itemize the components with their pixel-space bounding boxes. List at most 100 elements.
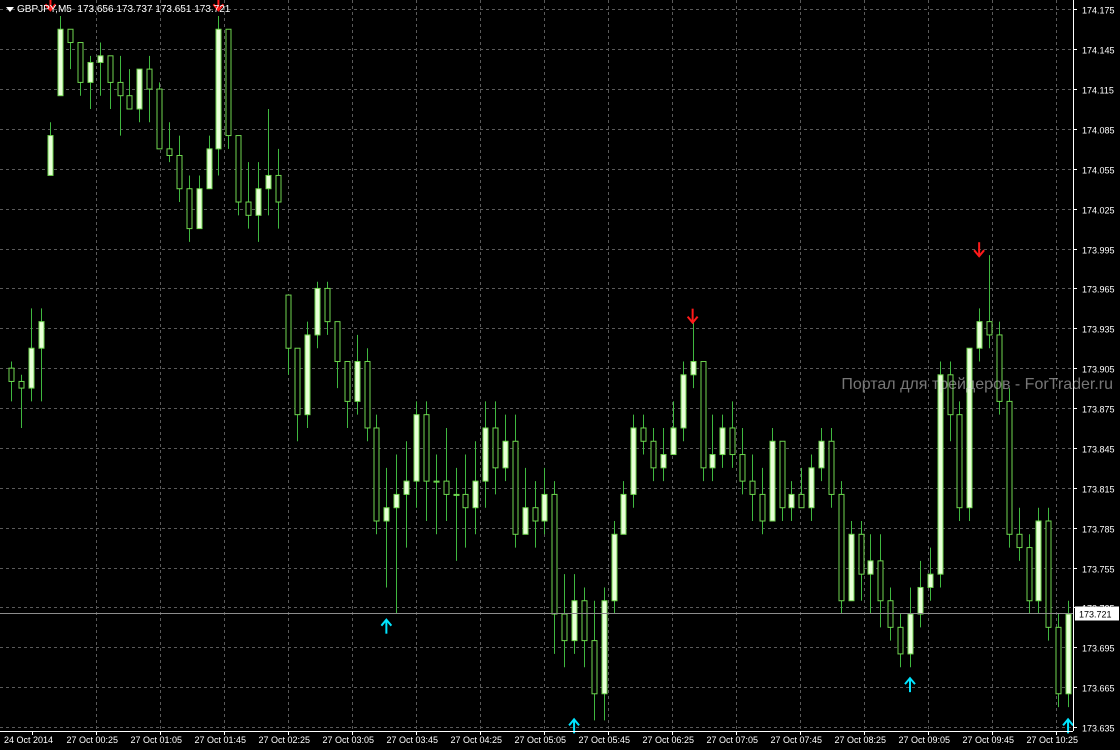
x-tick-label: 27 Oct 09:45	[963, 735, 1015, 745]
symbol-label: GBPJPY,M5	[17, 4, 72, 15]
candle-body	[927, 573, 934, 588]
y-tick-label: 174.145	[1082, 46, 1115, 56]
candle-body	[561, 613, 568, 642]
candle-body	[245, 201, 252, 216]
x-tick-label: 27 Oct 05:45	[579, 735, 631, 745]
x-tick-label: 27 Oct 03:05	[323, 735, 375, 745]
candle-body	[877, 560, 884, 602]
candle-body	[709, 454, 716, 469]
candle-body	[512, 440, 519, 535]
candle-body	[482, 427, 489, 482]
dropdown-triangle-icon[interactable]	[6, 6, 14, 12]
candle-body	[858, 533, 865, 575]
candle-body	[966, 347, 973, 509]
candle-body	[532, 507, 539, 522]
candle-body	[1026, 547, 1033, 602]
candle-body	[779, 440, 786, 509]
x-tick-label: 27 Oct 01:05	[131, 735, 183, 745]
candle-body	[788, 493, 795, 509]
x-tick-label: 27 Oct 10:25	[1027, 735, 1079, 745]
candle-body	[126, 95, 133, 110]
candle-body	[206, 148, 213, 190]
candle-body	[749, 480, 756, 495]
candle-body	[739, 454, 746, 482]
candle-body	[848, 533, 855, 602]
y-tick-label: 173.785	[1082, 525, 1115, 535]
open-price: 173.656	[77, 4, 114, 15]
candle-body	[581, 600, 588, 642]
candle-body	[670, 427, 677, 456]
candle-body	[107, 55, 114, 83]
candle-body	[640, 427, 647, 442]
y-tick-label: 174.055	[1082, 166, 1115, 176]
close-price: 173.721	[194, 4, 231, 15]
candle-body	[285, 294, 292, 349]
candle-body	[67, 28, 74, 44]
candle-body	[324, 287, 331, 323]
candle-body	[136, 68, 143, 110]
candle-body	[1065, 613, 1072, 695]
candle-body	[314, 287, 321, 336]
chart-header: GBPJPY,M5 173.656 173.737 173.651 173.72…	[6, 4, 230, 15]
candle-body	[304, 334, 311, 416]
candle-body	[462, 493, 469, 509]
candle-body	[650, 440, 657, 469]
low-price: 173.651	[155, 4, 192, 15]
candle-body	[334, 321, 341, 363]
candle-body	[1006, 400, 1013, 535]
candle-body	[759, 493, 766, 522]
candle-body	[917, 586, 924, 615]
candle-body	[265, 174, 272, 190]
candle-body	[156, 88, 163, 150]
price-chart[interactable]: 174.175 174.145 174.115 174.085 174.055 174.0…	[0, 0, 1120, 750]
candle-body	[235, 135, 242, 203]
candle-body	[690, 361, 697, 376]
buy-arrow-icon	[904, 676, 916, 693]
x-tick-label: 27 Oct 06:25	[643, 735, 695, 745]
candle-body	[571, 600, 578, 642]
candle-body	[541, 493, 548, 522]
candle-body	[413, 414, 420, 482]
y-tick-label: 173.905	[1082, 365, 1115, 375]
candle-body	[403, 480, 410, 495]
x-tick-label: 27 Oct 00:25	[67, 735, 119, 745]
candle-body	[1045, 520, 1052, 628]
candle-body	[215, 28, 222, 150]
candle-body	[472, 480, 479, 509]
candle-body	[887, 600, 894, 628]
candle-body	[828, 440, 835, 495]
candle-body	[433, 480, 440, 483]
candle-body	[87, 61, 94, 83]
candle-body	[18, 380, 25, 389]
y-tick-label: 174.085	[1082, 126, 1115, 136]
sell-arrow-icon	[686, 308, 699, 325]
y-tick-label: 173.755	[1082, 565, 1115, 575]
candle-body	[186, 188, 193, 230]
current-price-label: 173.721	[1079, 610, 1112, 620]
y-tick-label: 173.695	[1082, 644, 1115, 654]
candle-body	[818, 440, 825, 469]
candle-body	[1055, 626, 1062, 695]
candle-body	[937, 374, 944, 575]
candle-body	[986, 321, 993, 336]
candle-body	[680, 374, 687, 429]
candle-body	[907, 613, 914, 655]
candle-body	[423, 414, 430, 482]
x-tick-label: 27 Oct 07:45	[771, 735, 823, 745]
y-tick-label: 174.175	[1082, 6, 1115, 16]
candle-body	[601, 600, 608, 695]
y-tick-label: 173.935	[1082, 325, 1115, 335]
candle-body	[364, 361, 371, 429]
candle-body	[373, 427, 380, 522]
candle-body	[492, 427, 499, 469]
candle-body	[294, 347, 301, 416]
candle-body	[97, 55, 104, 63]
y-tick-label: 173.875	[1082, 405, 1115, 415]
x-tick-label: 27 Oct 04:25	[451, 735, 503, 745]
candle-body	[502, 440, 509, 469]
y-tick-label: 174.115	[1082, 86, 1114, 96]
candle-body	[344, 361, 351, 402]
x-tick-label: 27 Oct 08:25	[835, 735, 887, 745]
candle-body	[38, 321, 45, 349]
candle-body	[897, 626, 904, 655]
